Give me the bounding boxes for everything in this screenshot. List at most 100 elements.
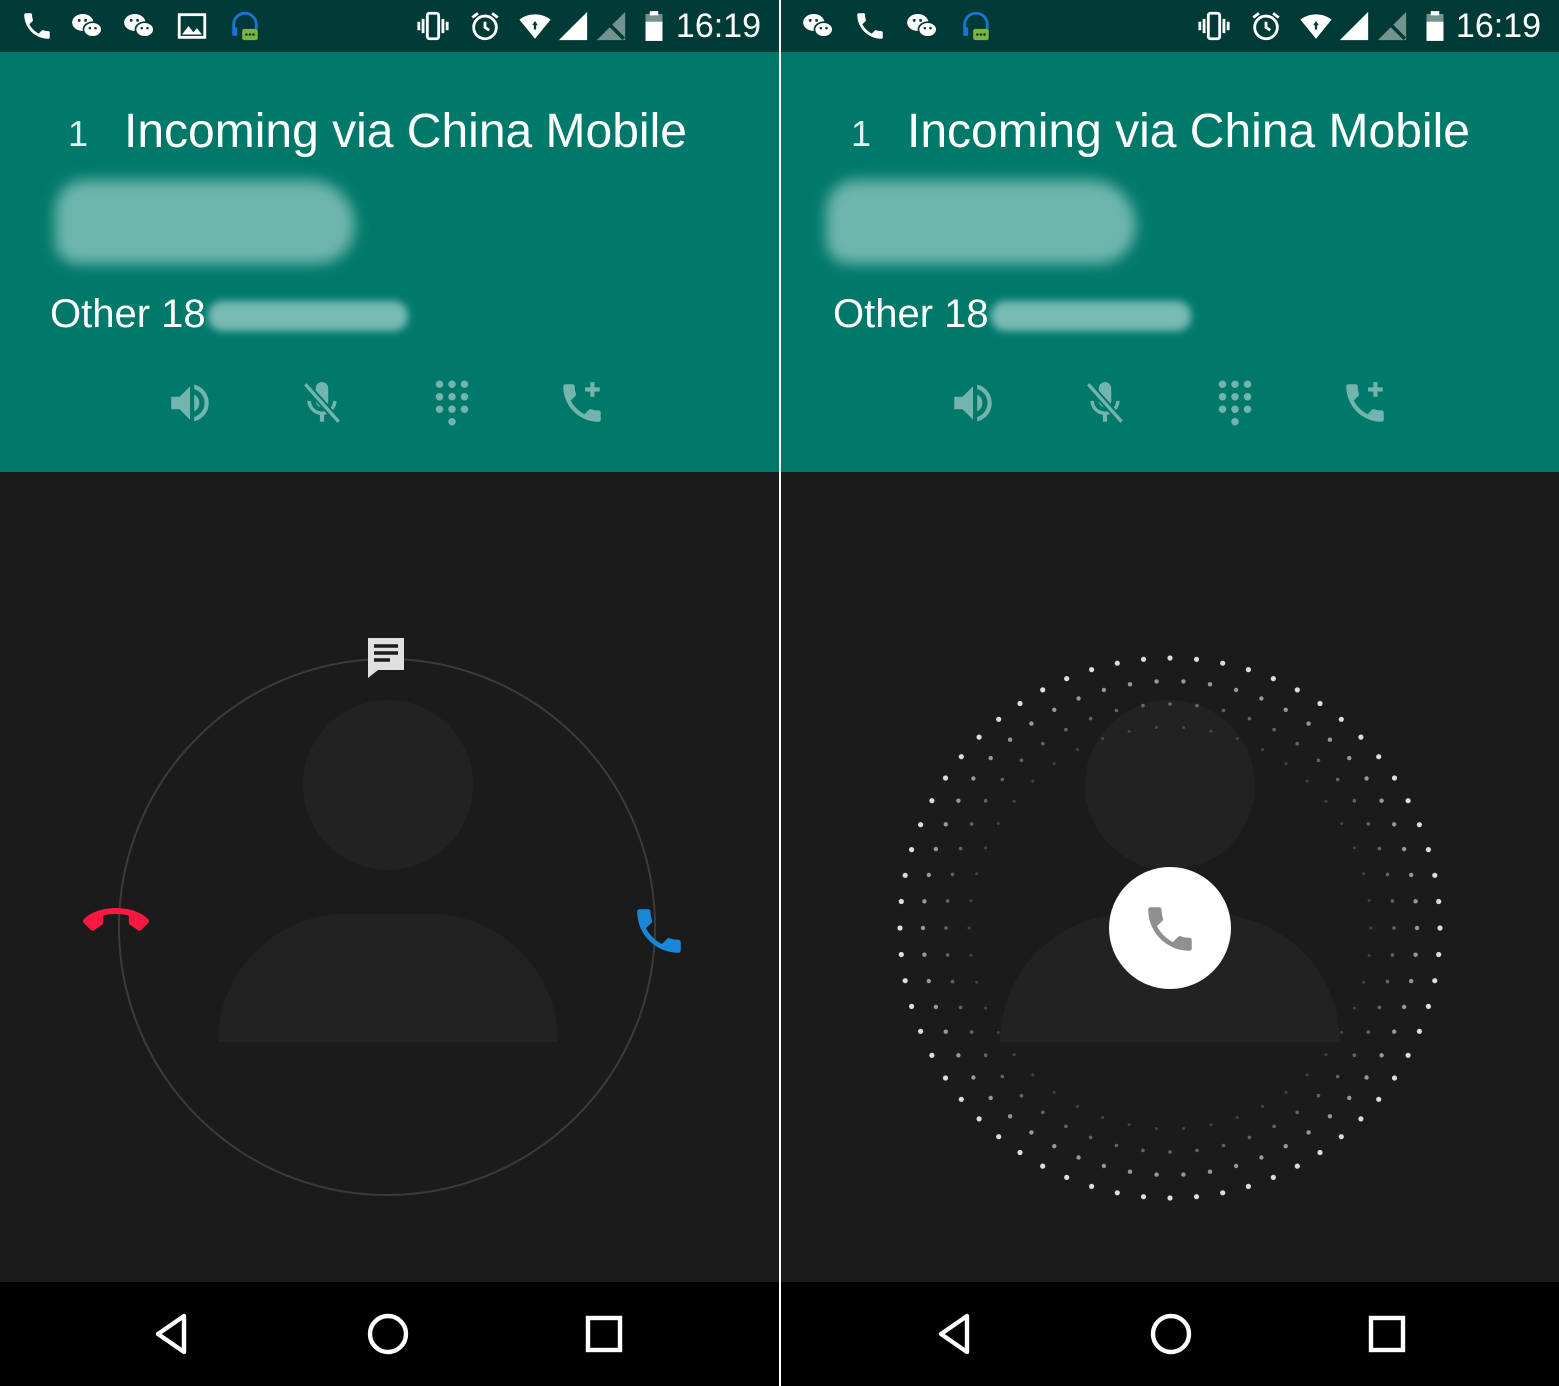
call-card: 1 Incoming via China Mobile Other 18 bbox=[781, 52, 1559, 472]
wechat-icon bbox=[905, 9, 939, 43]
pulse-dot bbox=[996, 1134, 1002, 1140]
pulse-dot bbox=[958, 1005, 963, 1010]
caller-label-text: Other 18 bbox=[833, 292, 989, 336]
pulse-dot bbox=[1233, 1163, 1239, 1169]
pulse-dot bbox=[950, 872, 955, 877]
home-icon[interactable] bbox=[1147, 1310, 1195, 1358]
pulse-dot bbox=[1385, 872, 1390, 877]
no-sim-icon bbox=[594, 9, 628, 43]
caller-number-redacted bbox=[207, 301, 408, 332]
alarm-icon bbox=[468, 9, 502, 43]
caller-number: Other 18 bbox=[50, 290, 408, 338]
pulse-dot bbox=[1261, 748, 1264, 751]
pulse-dot bbox=[1390, 899, 1395, 903]
pulse-dot bbox=[1127, 1169, 1133, 1174]
answer-button[interactable] bbox=[1109, 867, 1231, 989]
cellular-signal-icon bbox=[1337, 9, 1371, 43]
pulse-dot bbox=[1405, 798, 1411, 804]
pulse-dot bbox=[1358, 734, 1364, 740]
dialpad-icon bbox=[1210, 378, 1260, 428]
pulse-dot bbox=[1245, 667, 1251, 673]
headset-chat-icon bbox=[959, 9, 993, 43]
caller-name-redacted bbox=[826, 180, 1136, 264]
pulse-dot bbox=[1369, 926, 1373, 930]
pulse-dot bbox=[983, 799, 988, 803]
headset-chat-icon bbox=[228, 9, 262, 43]
pulse-dot bbox=[1168, 702, 1172, 706]
pulse-dot bbox=[1101, 687, 1107, 693]
pulse-dot bbox=[1168, 1150, 1172, 1154]
pulse-dot bbox=[1379, 1053, 1384, 1058]
no-sim-icon bbox=[1375, 9, 1409, 43]
pulse-dot bbox=[996, 822, 1000, 826]
pulse-dot bbox=[958, 1096, 964, 1102]
pulse-dot bbox=[943, 1029, 948, 1034]
pulse-dot bbox=[1007, 737, 1013, 742]
pulse-dot bbox=[944, 926, 948, 930]
pulse-dot bbox=[1012, 1053, 1016, 1057]
pulse-dot bbox=[975, 872, 978, 876]
pulse-dot bbox=[1101, 1163, 1107, 1169]
image-icon bbox=[175, 9, 209, 43]
pulse-dot bbox=[922, 952, 927, 957]
status-bar: 16:19 bbox=[0, 0, 779, 52]
pulse-dot bbox=[1347, 755, 1352, 761]
pulse-dot bbox=[1261, 1105, 1264, 1108]
pulse-dot bbox=[1324, 799, 1328, 803]
pulse-dot bbox=[1283, 707, 1288, 712]
caller-label-text: Other 18 bbox=[50, 292, 206, 336]
pulse-dot bbox=[1327, 737, 1333, 742]
pulse-dot bbox=[1052, 1090, 1056, 1094]
wifi-icon bbox=[1299, 9, 1333, 43]
pulse-dot bbox=[1259, 1155, 1264, 1160]
pulse-dot bbox=[1367, 953, 1371, 957]
battery-icon bbox=[637, 9, 671, 43]
pulse-dot bbox=[1327, 1114, 1333, 1119]
pulse-dot bbox=[984, 846, 988, 850]
pulse-dot bbox=[1362, 980, 1365, 984]
pulse-dot bbox=[1247, 1135, 1252, 1140]
pulse-dot bbox=[1209, 729, 1213, 733]
speaker-icon bbox=[165, 378, 215, 428]
pulse-dot bbox=[1352, 799, 1357, 803]
pulse-dot bbox=[1352, 1006, 1356, 1010]
pulse-dot bbox=[1317, 700, 1323, 707]
pulse-dot bbox=[1029, 1130, 1034, 1135]
pulse-dot bbox=[1305, 779, 1309, 783]
pulse-dot bbox=[1306, 721, 1311, 726]
home-icon[interactable] bbox=[364, 1310, 412, 1358]
pulse-dot bbox=[1352, 846, 1356, 850]
pulse-dot bbox=[1414, 925, 1420, 931]
pulse-dot bbox=[1391, 775, 1398, 781]
pulse-dot bbox=[1436, 951, 1442, 958]
decline-call-icon[interactable] bbox=[80, 904, 152, 944]
pulse-dot bbox=[1127, 729, 1131, 733]
pulse-dot bbox=[1141, 703, 1145, 708]
pulse-dot bbox=[1392, 1029, 1397, 1034]
message-icon[interactable] bbox=[362, 634, 410, 682]
back-icon[interactable] bbox=[931, 1310, 979, 1358]
pulse-dot bbox=[1076, 696, 1081, 701]
pulse-dot bbox=[1114, 1143, 1119, 1148]
pulse-dot bbox=[1366, 1030, 1371, 1034]
recents-icon[interactable] bbox=[580, 1310, 628, 1358]
pulse-dot bbox=[920, 925, 926, 931]
pulse-dot bbox=[1017, 700, 1023, 707]
answer-call-icon[interactable] bbox=[630, 902, 688, 960]
recents-icon[interactable] bbox=[1363, 1310, 1411, 1358]
pulse-dot bbox=[1089, 1183, 1095, 1189]
pulse-dot bbox=[1041, 1110, 1045, 1115]
pulse-dot bbox=[1040, 1163, 1046, 1169]
pulse-dot bbox=[1012, 799, 1016, 803]
back-icon[interactable] bbox=[148, 1310, 196, 1358]
pulse-dot bbox=[1154, 679, 1159, 684]
pulse-dot bbox=[1101, 1115, 1105, 1119]
pulse-dot bbox=[1376, 754, 1382, 760]
pulse-dot bbox=[1193, 1194, 1200, 1200]
pulse-dot bbox=[976, 734, 982, 740]
pulse-dot bbox=[1154, 1172, 1159, 1177]
pulse-dot bbox=[1364, 776, 1369, 781]
pulse-dot bbox=[1195, 703, 1199, 708]
pulse-dot bbox=[1392, 822, 1397, 827]
pulse-dot bbox=[1029, 721, 1034, 726]
